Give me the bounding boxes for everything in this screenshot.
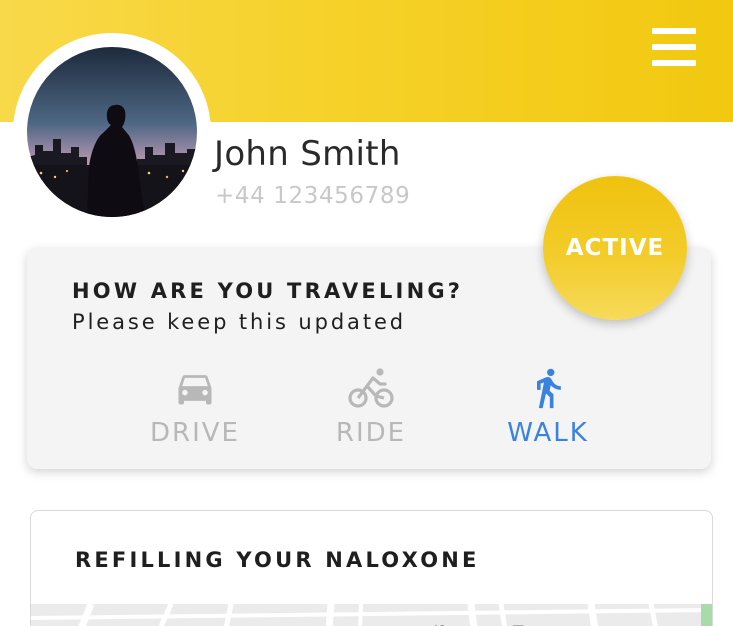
map-preview[interactable]: St Rd (31, 604, 712, 626)
car-icon (178, 375, 212, 405)
active-status-button[interactable]: ACTIVE (543, 176, 687, 320)
refill-card-title: REFILLING YOUR NALOXONE (75, 548, 480, 572)
travel-mode-walk-label: WALK (507, 418, 589, 448)
active-status-label: ACTIVE (565, 235, 665, 261)
travel-card-title: HOW ARE YOU TRAVELING? (72, 279, 464, 303)
avatar[interactable] (27, 47, 197, 217)
travel-mode-drive-label: DRIVE (150, 418, 240, 448)
travel-mode-ride-label: RIDE (335, 418, 407, 448)
travel-card-subtitle: Please keep this updated (72, 310, 406, 334)
map-roads: St Rd (31, 604, 712, 626)
menu-button[interactable] (652, 28, 698, 70)
travel-mode-walk[interactable]: WALK (478, 366, 618, 456)
user-name: John Smith (214, 134, 401, 174)
refill-card: REFILLING YOUR NALOXONE St Rd (30, 510, 713, 626)
avatar-photo (27, 47, 197, 217)
user-phone: +44 123456789 (215, 183, 411, 209)
walking-person-icon (537, 368, 561, 409)
hamburger-menu-icon (652, 28, 696, 34)
travel-mode-ride[interactable]: RIDE (301, 366, 441, 456)
bicycle-icon (348, 368, 394, 408)
travel-mode-drive[interactable]: DRIVE (125, 366, 265, 456)
